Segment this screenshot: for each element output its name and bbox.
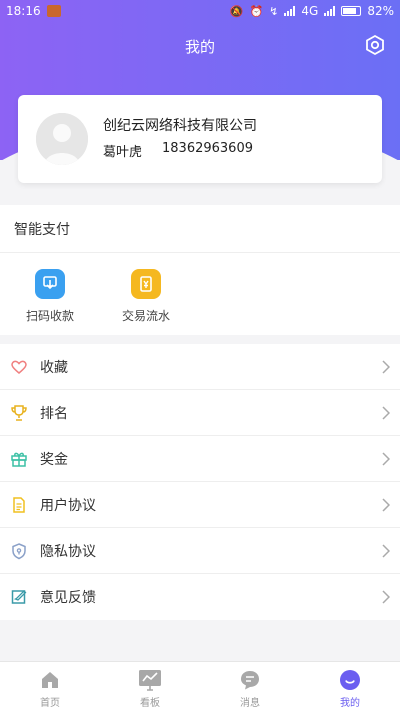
app-notification-icon xyxy=(46,5,61,17)
trophy-icon xyxy=(10,404,28,422)
tab-label-dashboard: 看板 xyxy=(140,698,160,709)
profile-icon xyxy=(338,668,362,692)
transaction-record-label: 交易流水 xyxy=(121,309,170,323)
menu-item-privacy-agreement[interactable]: 隐私协议 xyxy=(0,528,400,574)
battery-percent: 82% xyxy=(367,4,394,18)
settings-button[interactable] xyxy=(364,34,386,56)
chevron-right-icon xyxy=(372,543,400,558)
menu-item-user-agreement[interactable]: 用户协议 xyxy=(0,482,400,528)
menu-label-favorites: 收藏 xyxy=(40,359,68,376)
chevron-right-icon xyxy=(372,590,400,604)
scan-receive-label: 扫码收款 xyxy=(25,309,74,323)
heart-icon xyxy=(10,358,28,376)
message-icon xyxy=(238,668,262,692)
network-type: 4G xyxy=(301,4,319,18)
user-phone: 18362963609 xyxy=(162,141,253,156)
transaction-record-button[interactable]: 交易流水 xyxy=(106,253,186,335)
company-name: 创纪云网络科技有限公司 xyxy=(103,118,257,134)
menu-label-feedback: 意见反馈 xyxy=(40,590,96,606)
gear-icon xyxy=(366,34,384,56)
document-icon xyxy=(10,496,28,514)
tab-label-home: 首页 xyxy=(40,698,60,709)
menu-label-privacy-agreement: 隐私协议 xyxy=(40,543,96,560)
payment-grid: 扫码收款 交易流水 xyxy=(0,253,400,335)
tab-label-profile: 我的 xyxy=(340,698,360,709)
transaction-record-icon xyxy=(131,269,161,299)
chevron-right-icon xyxy=(372,497,400,512)
shield-icon xyxy=(10,542,28,560)
signal-icon-2 xyxy=(324,6,336,16)
status-time: 18:16 xyxy=(6,4,41,18)
menu-item-ranking[interactable]: 排名 xyxy=(0,390,400,436)
avatar[interactable] xyxy=(36,113,88,165)
user-info: 葛叶虎 18362963609 xyxy=(103,141,253,160)
menu-label-bonus: 奖金 xyxy=(40,451,68,468)
tab-profile[interactable]: 我的 xyxy=(300,662,400,711)
chevron-right-icon xyxy=(372,359,400,374)
status-bar: 18:16 🔕 ⏰ ↯ 4G 82% xyxy=(0,0,400,22)
tab-home[interactable]: 首页 xyxy=(0,662,100,711)
tab-label-messages: 消息 xyxy=(240,698,260,709)
chevron-right-icon xyxy=(372,451,400,466)
tab-dashboard[interactable]: 看板 xyxy=(100,662,200,711)
menu-item-favorites[interactable]: 收藏 xyxy=(0,344,400,390)
smart-payment-title: 智能支付 xyxy=(14,221,70,238)
smart-payment-header: 智能支付 xyxy=(0,205,400,253)
menu-item-feedback[interactable]: 意见反馈 xyxy=(0,574,400,620)
page-title: 我的 xyxy=(184,37,215,56)
menu-list: 收藏 排名 奖金 用户协议 隐私协议 意见反馈 xyxy=(0,344,400,620)
vibrate-icon: ↯ xyxy=(269,4,279,18)
home-icon xyxy=(38,668,62,692)
gift-icon xyxy=(10,450,28,468)
scan-receive-button[interactable]: 扫码收款 xyxy=(10,253,90,335)
menu-label-ranking: 排名 xyxy=(40,405,68,422)
dashboard-icon xyxy=(138,668,162,692)
menu-label-user-agreement: 用户协议 xyxy=(40,497,96,514)
scan-receive-icon xyxy=(35,269,65,299)
menu-item-bonus[interactable]: 奖金 xyxy=(0,436,400,482)
feedback-icon xyxy=(10,588,28,606)
mute-icon: 🔕 xyxy=(229,4,244,18)
tab-messages[interactable]: 消息 xyxy=(200,662,300,711)
profile-card[interactable]: 创纪云网络科技有限公司 葛叶虎 18362963609 xyxy=(18,95,382,183)
alarm-icon: ⏰ xyxy=(249,4,264,18)
page-title-bar: 我的 xyxy=(0,30,400,62)
chevron-right-icon xyxy=(372,405,400,420)
user-name: 葛叶虎 xyxy=(103,145,143,160)
bottom-tab-bar: 首页 看板 消息 我的 xyxy=(0,661,400,711)
avatar-placeholder-icon xyxy=(36,113,88,165)
battery-icon xyxy=(341,6,362,16)
signal-icon xyxy=(284,6,296,16)
